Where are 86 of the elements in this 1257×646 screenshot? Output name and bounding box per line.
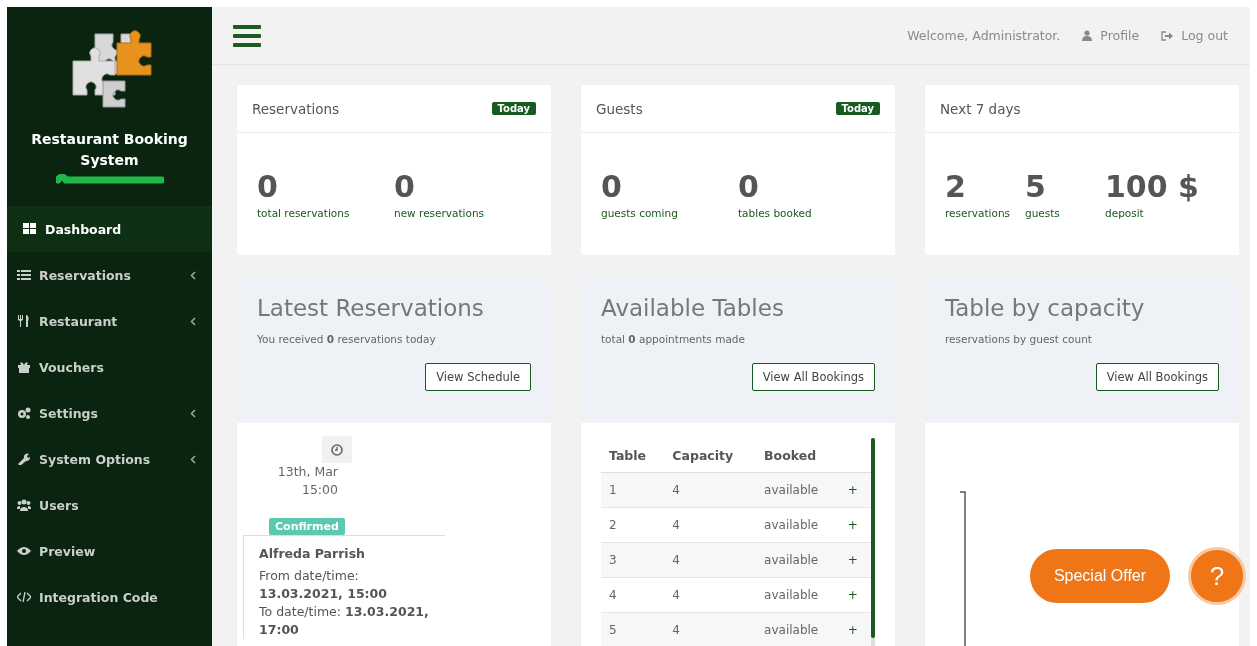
sidebar-item[interactable]: Users [7, 482, 212, 528]
column-header: Capacity [664, 438, 757, 473]
today-badge: Today [835, 102, 880, 115]
chevron-left-icon [190, 270, 196, 280]
sidebar-item[interactable]: Settings [7, 390, 212, 436]
code-icon [17, 591, 31, 603]
chevron-left-icon [190, 316, 196, 326]
wrench-icon [17, 453, 31, 465]
reservation-detail: To date/time: 13.03.2021, 17:00 [259, 603, 430, 639]
users-icon [17, 499, 31, 511]
card-title: Guests [596, 100, 643, 117]
stat-value: 0 [257, 168, 279, 206]
panel-title: Available Tables [601, 295, 785, 321]
chevron-left-icon [190, 408, 196, 418]
stat-label: tables booked [738, 207, 813, 219]
sidebar-item[interactable]: System Options [7, 436, 212, 482]
table-cell: 4 [664, 472, 757, 508]
add-link[interactable]: + [847, 518, 858, 532]
add-link[interactable]: + [847, 588, 858, 602]
cutlery-icon [17, 315, 31, 327]
chevron-left-icon [190, 454, 196, 464]
status-badge: Confirmed [269, 518, 345, 535]
table-cell: 4 [664, 577, 757, 613]
menu-icon[interactable] [233, 24, 261, 47]
table-cell: 4 [601, 577, 665, 613]
add-link[interactable]: + [847, 623, 858, 637]
guest-name: Alfreda Parrish [259, 546, 366, 561]
column-header: Table [601, 438, 665, 473]
table-cell: 3 [601, 542, 665, 578]
stat-label: guests coming [601, 207, 679, 219]
stat-value: 0 [394, 168, 416, 206]
scrollbar[interactable] [871, 438, 875, 638]
table-cell: 1 [601, 472, 665, 508]
table-cell: available [756, 472, 840, 508]
user-icon [1082, 30, 1093, 41]
stat-value: 5 [1025, 168, 1047, 206]
add-link[interactable]: + [847, 483, 858, 497]
sidebar-item[interactable]: Integration Code [7, 574, 212, 620]
stat-label: guests [1025, 207, 1061, 219]
stat-value: 2 [945, 168, 967, 206]
today-badge: Today [491, 102, 536, 115]
table-cell: available [756, 507, 840, 543]
sidebar-item[interactable]: Dashboard [7, 206, 212, 252]
timeline-date: 13th, Mar [276, 463, 338, 481]
view-button[interactable]: View All Bookings [751, 363, 875, 391]
stat-label: total reservations [257, 207, 351, 219]
gears-icon [17, 407, 31, 419]
gift-icon [17, 361, 31, 373]
table-cell: 4 [664, 542, 757, 578]
timeline-time: 15:00 [300, 481, 338, 499]
panel-title: Latest Reservations [257, 295, 485, 321]
welcome-text: Welcome, Administrator. [907, 28, 1061, 43]
stat-label: deposit [1105, 207, 1145, 219]
view-button[interactable]: View Schedule [425, 363, 531, 391]
stat-value: 0 [738, 168, 760, 206]
list-icon [17, 269, 31, 281]
add-link[interactable]: + [847, 553, 858, 567]
table-cell: 5 [601, 612, 665, 646]
view-button[interactable]: View All Bookings [1095, 363, 1219, 391]
card-title: Reservations [252, 100, 340, 117]
stat-value: 100 $ [1105, 168, 1199, 206]
column-header: Booked [756, 438, 840, 473]
panel-subtitle: total 0 appointments made [601, 333, 746, 345]
eye-icon [17, 545, 31, 557]
table-cell: 4 [664, 507, 757, 543]
reservation-detail: From date/time: 13.03.2021, 15:00 [259, 567, 388, 603]
clock-icon [322, 436, 352, 463]
table-cell: available [756, 577, 840, 613]
logout-icon [1161, 30, 1174, 41]
table-cell: available [756, 542, 840, 578]
table-cell: 4 [664, 612, 757, 646]
panel-subtitle: You received 0 reservations today [257, 333, 437, 345]
grid-icon [23, 223, 37, 235]
sidebar-item[interactable]: Restaurant [7, 298, 212, 344]
stat-value: 0 [601, 168, 623, 206]
panel-subtitle: reservations by guest count [945, 333, 1093, 345]
sidebar-item[interactable]: Reservations [7, 252, 212, 298]
table-cell: available [756, 612, 840, 646]
card-title: Next 7 days [940, 100, 1021, 117]
panel-title: Table by capacity [945, 295, 1146, 321]
sidebar-item[interactable]: Preview [7, 528, 212, 574]
table-cell: 2 [601, 507, 665, 543]
stat-label: reservations [945, 207, 1012, 219]
sidebar-item[interactable]: Vouchers [7, 344, 212, 390]
stat-label: new reservations [394, 207, 486, 219]
app-title: Restaurant Booking System [30, 130, 189, 170]
